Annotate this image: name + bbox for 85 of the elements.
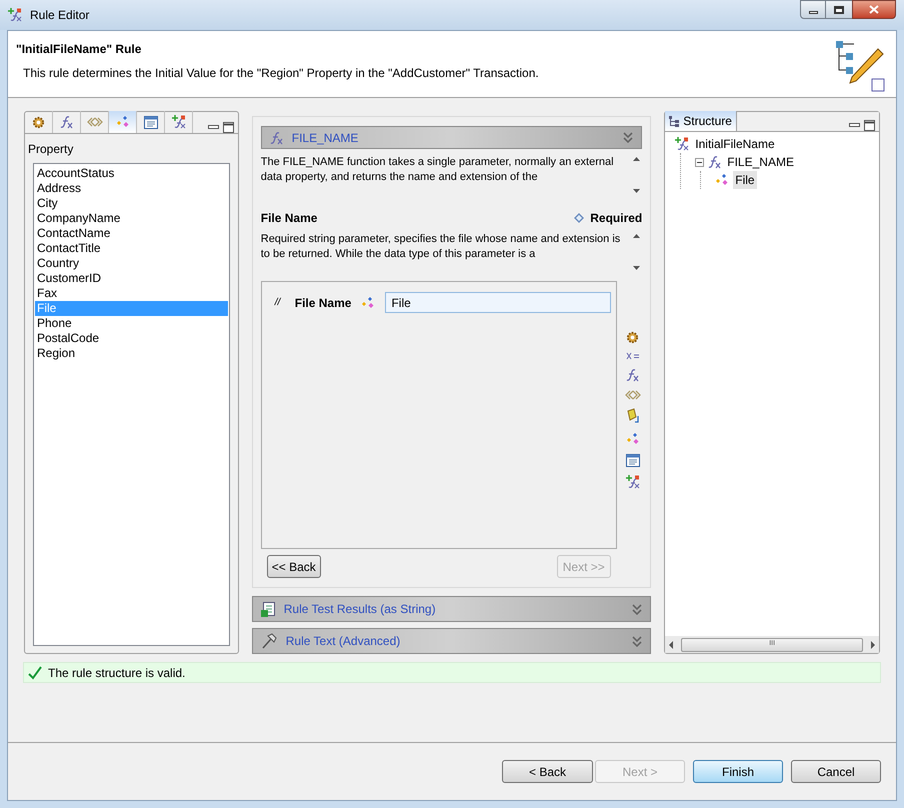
scroll-up-icon[interactable] (632, 234, 640, 238)
collapse-icon (632, 636, 642, 646)
function-icon (60, 115, 73, 129)
rule-description: This rule determines the Initial Value for the "Region" Property in the "AddCustomer" Transaction. (23, 65, 539, 82)
property-item[interactable]: Region (35, 346, 228, 361)
maximize-button[interactable] (826, 0, 852, 19)
property-item[interactable]: AccountStatus (35, 166, 228, 181)
section-title: Rule Text (Advanced) (286, 633, 400, 650)
property-item[interactable]: City (35, 196, 228, 211)
close-button[interactable] (852, 0, 896, 19)
diamonds-icon (361, 296, 376, 310)
window-tool-icon (626, 454, 640, 467)
checkmark-icon (28, 666, 42, 680)
finish-button[interactable]: Finish (693, 760, 783, 783)
property-item[interactable]: CustomerID (35, 271, 228, 286)
argument-field[interactable]: File (385, 292, 612, 313)
window-icon (144, 116, 158, 128)
property-label: Property (28, 141, 74, 158)
spreadsheet-icon (260, 602, 275, 616)
scroll-right-icon[interactable] (869, 640, 877, 648)
property-item[interactable]: ContactName (35, 226, 228, 241)
required-icon (574, 213, 584, 223)
property-item[interactable]: PostalCode (35, 331, 228, 346)
status-message: The rule structure is valid. (48, 664, 186, 682)
collapse-toggle-icon[interactable] (695, 158, 704, 166)
maximize-icon[interactable] (222, 122, 234, 133)
structure-tab[interactable]: Structure (665, 111, 737, 131)
function-icon (708, 155, 722, 169)
dialog-button[interactable]: Cancel (791, 760, 881, 783)
hammer-icon (260, 633, 277, 649)
scroll-up-icon[interactable] (632, 157, 640, 161)
diamonds-icon (715, 173, 730, 187)
dialog-button[interactable]: < Back (502, 760, 593, 783)
window-title: Rule Editor (30, 7, 90, 24)
scroll-down-icon[interactable] (632, 266, 640, 270)
parameter-description: Required string parameter, specifies the file whose name and extension is to be returned. While the data type of this parameter is a (260, 232, 622, 262)
tree-item[interactable]: File (733, 171, 757, 189)
function-description: The FILE_NAME function takes a single parameter, normally an external data property, and returns the name and extension of the (260, 155, 615, 185)
required-label: Required (590, 210, 642, 227)
collapse-icon (632, 604, 642, 614)
property-item[interactable]: Address (35, 181, 228, 196)
property-item[interactable]: Fax (35, 286, 228, 301)
diamonds-tool-icon (626, 432, 640, 446)
collapse-icon (623, 132, 634, 143)
rule-title: "InitialFileName" Rule (16, 41, 142, 58)
scroll-left-icon[interactable] (667, 640, 676, 648)
minimize-icon[interactable] (849, 123, 860, 128)
argument-label: File Name (294, 294, 352, 312)
add-function-icon (675, 137, 690, 151)
section-title: Rule Test Results (as String) (284, 601, 436, 618)
tree-item[interactable]: FILE_NAME (725, 153, 796, 171)
section-header[interactable]: Rule Test Results (as String) (252, 596, 652, 622)
section-header[interactable]: Rule Text (Advanced) (252, 628, 652, 654)
property-item[interactable]: Country (35, 256, 228, 271)
property-item[interactable]: Phone (35, 316, 228, 331)
property-item[interactable]: CompanyName (35, 211, 228, 226)
rule-editor-drawing (834, 39, 886, 93)
function-tool-icon (626, 368, 640, 382)
scroll-icon (626, 408, 640, 424)
panel-tab[interactable] (109, 111, 137, 133)
diamonds-icon (116, 115, 130, 129)
parameter-name: File Name (260, 210, 318, 227)
function-header[interactable]: FILE_NAME (260, 126, 642, 149)
minimize-icon[interactable] (208, 125, 219, 130)
variable-icon (626, 352, 640, 360)
property-item[interactable]: ContactTitle (35, 241, 228, 256)
close-icon (869, 5, 879, 14)
scrollbar[interactable] (630, 232, 642, 272)
scrollbar[interactable] (630, 155, 642, 195)
angle-brackets-tool-icon (624, 390, 641, 400)
function-icon (270, 130, 283, 144)
gear-icon (32, 116, 45, 128)
scroll-down-icon[interactable] (632, 189, 640, 193)
maximize-icon[interactable] (864, 120, 875, 131)
tree-icon (669, 116, 680, 126)
add-function-icon (172, 115, 186, 129)
app-icon (8, 8, 22, 22)
tree-item[interactable]: InitialFileName (693, 135, 777, 153)
function-title: FILE_NAME (292, 130, 358, 146)
add-function-tool-icon (626, 475, 640, 489)
gear-tool-icon (626, 331, 640, 344)
minimize-button[interactable] (800, 0, 826, 19)
angle-brackets-icon (86, 117, 102, 127)
back-button[interactable]: << Back (266, 555, 321, 578)
comment-mark: // (274, 296, 282, 310)
